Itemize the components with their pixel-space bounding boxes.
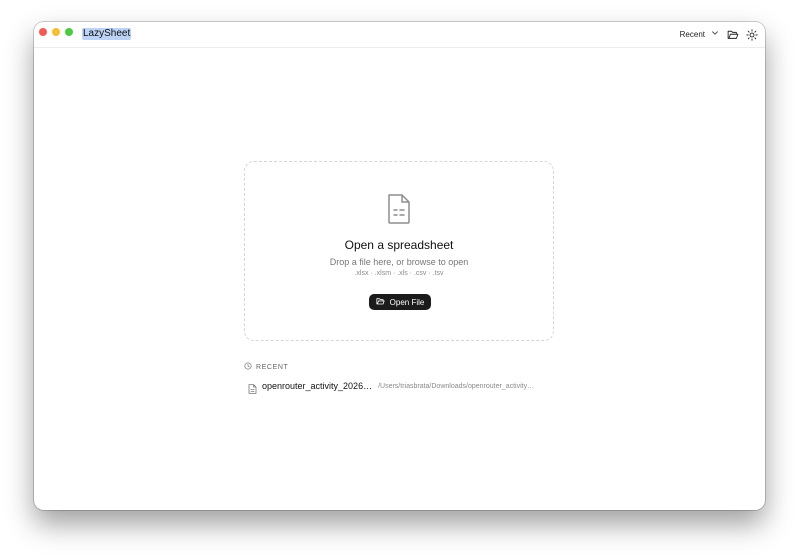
dropzone-subtitle: Drop a file here, or browse to open	[329, 257, 469, 267]
supported-file-types: .xlsx · .xlsm · .xls · .csv · .tsv	[354, 270, 444, 277]
app-title: LazySheet	[82, 28, 132, 40]
folder-open-icon[interactable]	[727, 28, 739, 40]
chevron-down-icon	[711, 29, 719, 39]
recent-dropdown[interactable]: Recent	[680, 29, 719, 39]
recent-files-section: RECENT openrouter_activity_2026… /Users/…	[244, 362, 554, 394]
recent-file-item[interactable]: openrouter_activity_2026… /Users/triasbr…	[248, 380, 554, 394]
open-file-button[interactable]: Open File	[369, 294, 431, 310]
recent-dropdown-label: Recent	[679, 29, 705, 39]
clock-icon	[244, 362, 252, 372]
maximize-window-button[interactable]	[65, 28, 73, 36]
sun-icon[interactable]	[746, 28, 758, 41]
open-file-button-label: Open File	[389, 297, 425, 307]
recent-file-path: /Users/triasbrata/Downloads/openrouter_a…	[378, 382, 535, 390]
desktop: LazySheet Recent Open a spreadsheet Drop…	[0, 0, 800, 556]
spreadsheet-file-icon	[385, 193, 413, 225]
file-icon	[248, 381, 257, 394]
recent-header: RECENT	[244, 362, 554, 372]
app-window: LazySheet Recent Open a spreadsheet Drop…	[34, 22, 765, 510]
file-dropzone[interactable]: Open a spreadsheet Drop a file here, or …	[244, 161, 554, 341]
title-bar: LazySheet Recent	[34, 22, 765, 48]
dropzone-title: Open a spreadsheet	[344, 238, 454, 252]
recent-header-label: RECENT	[256, 363, 289, 371]
minimize-window-button[interactable]	[52, 28, 60, 36]
close-window-button[interactable]	[39, 28, 47, 36]
folder-open-icon	[376, 297, 385, 308]
recent-file-name: openrouter_activity_2026…	[262, 381, 373, 391]
